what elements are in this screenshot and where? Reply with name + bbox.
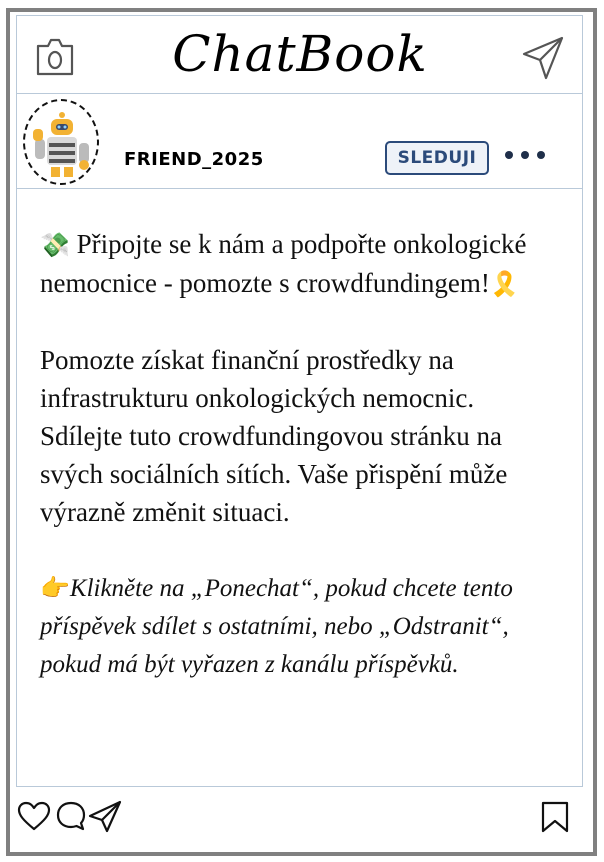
post-paragraph-2: Pomozte získat finanční prostředky na in… [40, 345, 508, 527]
follow-button[interactable]: SLEDUJI [385, 141, 489, 175]
money-emoji-icon: 💸 [40, 231, 70, 259]
ribbon-emoji-icon: 🎗️ [489, 270, 520, 298]
profile-divider [16, 188, 583, 189]
post-paragraph-1: 💸 Připojte se k nám a podpořte onkologic… [40, 225, 560, 303]
app-title: ChatBook [172, 25, 428, 83]
camera-icon[interactable] [35, 34, 75, 78]
send-icon[interactable] [522, 36, 564, 80]
robot-icon [33, 112, 89, 177]
heart-icon[interactable] [17, 801, 51, 831]
post-paragraph-3: 👉Klikněte na „Ponechat“, pokud chcete te… [40, 569, 560, 684]
comment-icon[interactable] [55, 800, 87, 832]
username[interactable]: FRIEND_2025 [124, 149, 264, 170]
dot [521, 151, 529, 159]
more-dots-icon[interactable] [503, 148, 547, 162]
avatar[interactable] [23, 99, 99, 185]
dot [505, 151, 513, 159]
pointing-hand-emoji-icon: 👉 [40, 574, 70, 602]
bookmark-icon[interactable] [540, 801, 570, 833]
header-divider [16, 93, 583, 94]
send-icon[interactable] [88, 800, 122, 833]
post-headline: Připojte se k nám a podpořte onkologické… [40, 229, 527, 298]
post-instructions: Klikněte na „Ponechat“, pokud chcete ten… [40, 575, 513, 678]
post-text: 💸 Připojte se k nám a podpořte onkologic… [40, 225, 560, 684]
dot [537, 151, 545, 159]
